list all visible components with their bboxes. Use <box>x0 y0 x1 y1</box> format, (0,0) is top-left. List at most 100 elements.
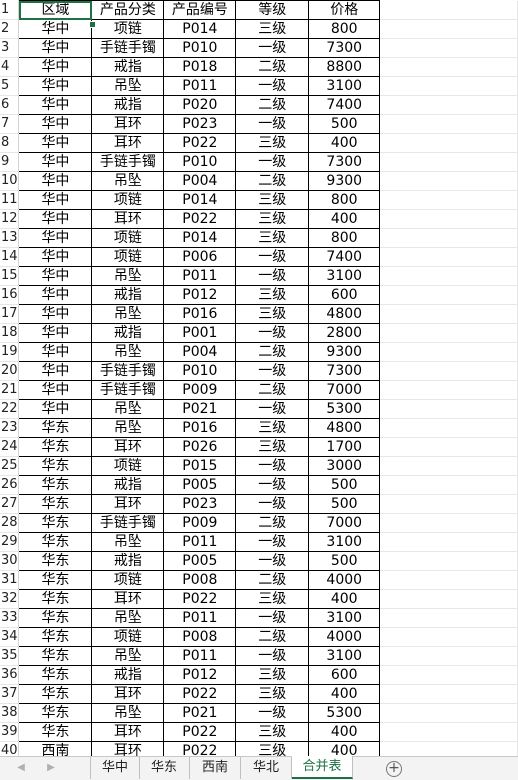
table-cell[interactable]: 三级 <box>235 437 310 457</box>
table-cell[interactable]: 手链手镯 <box>91 380 165 400</box>
empty-cell[interactable] <box>379 76 518 96</box>
table-cell[interactable]: P023 <box>163 494 237 514</box>
column-header-cell[interactable]: 等级 <box>235 0 310 20</box>
table-cell[interactable]: 华中 <box>18 247 93 267</box>
table-cell[interactable]: P022 <box>163 589 237 609</box>
row-number[interactable]: 14 <box>0 247 20 267</box>
table-cell[interactable]: 华中 <box>18 304 93 324</box>
table-cell[interactable]: 华东 <box>18 570 93 590</box>
spreadsheet-grid[interactable]: 1 区域 产品分类 产品编号 等级 价格 2 华中 项链 P014 三级 800 3 华中 手链手镯 P010… <box>0 0 518 756</box>
empty-cell[interactable] <box>379 570 518 590</box>
table-cell[interactable]: P015 <box>163 456 237 476</box>
table-cell[interactable]: 华中 <box>18 19 93 39</box>
empty-cell[interactable] <box>379 665 518 685</box>
table-cell[interactable]: 一级 <box>235 608 310 628</box>
row-number[interactable]: 19 <box>0 342 20 362</box>
empty-cell[interactable] <box>379 209 518 229</box>
row-number[interactable]: 30 <box>0 551 20 571</box>
column-header-cell[interactable]: 产品编号 <box>163 0 237 20</box>
table-cell[interactable]: 华中 <box>18 171 93 191</box>
table-cell[interactable]: 800 <box>308 190 381 210</box>
table-cell[interactable]: 戒指 <box>91 665 165 685</box>
row-number[interactable]: 36 <box>0 665 20 685</box>
table-cell[interactable]: 9300 <box>308 171 381 191</box>
table-cell[interactable]: P021 <box>163 703 237 723</box>
table-cell[interactable]: 华中 <box>18 399 93 419</box>
table-cell[interactable]: 三级 <box>235 589 310 609</box>
fill-handle[interactable] <box>89 21 96 28</box>
table-cell[interactable]: 7000 <box>308 380 381 400</box>
table-cell[interactable]: 手链手镯 <box>91 513 165 533</box>
table-cell[interactable]: 华东 <box>18 589 93 609</box>
table-cell[interactable]: 吊坠 <box>91 703 165 723</box>
table-cell[interactable]: P012 <box>163 285 237 305</box>
table-cell[interactable]: P005 <box>163 475 237 495</box>
empty-cell[interactable] <box>379 38 518 58</box>
table-cell[interactable]: 手链手镯 <box>91 38 165 58</box>
table-cell[interactable]: 项链 <box>91 228 165 248</box>
table-cell[interactable]: 5300 <box>308 703 381 723</box>
table-cell[interactable]: 600 <box>308 285 381 305</box>
table-cell[interactable]: 400 <box>308 684 381 704</box>
table-cell[interactable]: 三级 <box>235 285 310 305</box>
table-cell[interactable]: 项链 <box>91 247 165 267</box>
table-cell[interactable]: 耳环 <box>91 437 165 457</box>
table-cell[interactable]: 华中 <box>18 76 93 96</box>
table-cell[interactable]: 西南 <box>18 741 93 756</box>
table-cell[interactable]: 吊坠 <box>91 76 165 96</box>
row-number[interactable]: 18 <box>0 323 20 343</box>
table-cell[interactable]: 华东 <box>18 722 93 742</box>
table-cell[interactable]: 戒指 <box>91 323 165 343</box>
table-cell[interactable]: P022 <box>163 133 237 153</box>
empty-cell[interactable] <box>379 114 518 134</box>
table-cell[interactable]: 400 <box>308 209 381 229</box>
empty-cell[interactable] <box>379 95 518 115</box>
table-cell[interactable]: 1700 <box>308 437 381 457</box>
table-cell[interactable]: 5300 <box>308 399 381 419</box>
table-cell[interactable]: 耳环 <box>91 114 165 134</box>
row-number[interactable]: 25 <box>0 456 20 476</box>
table-cell[interactable]: 项链 <box>91 627 165 647</box>
table-cell[interactable]: 400 <box>308 741 381 756</box>
table-cell[interactable]: 戒指 <box>91 475 165 495</box>
empty-cell[interactable] <box>379 532 518 552</box>
row-number[interactable]: 3 <box>0 38 20 58</box>
table-cell[interactable]: 4800 <box>308 304 381 324</box>
empty-cell[interactable] <box>379 418 518 438</box>
row-number[interactable]: 8 <box>0 133 20 153</box>
row-number[interactable]: 7 <box>0 114 20 134</box>
table-cell[interactable]: P010 <box>163 361 237 381</box>
table-cell[interactable]: 华中 <box>18 323 93 343</box>
table-cell[interactable]: P010 <box>163 152 237 172</box>
row-number[interactable]: 5 <box>0 76 20 96</box>
row-number[interactable]: 28 <box>0 513 20 533</box>
table-cell[interactable]: 耳环 <box>91 684 165 704</box>
table-cell[interactable]: P026 <box>163 437 237 457</box>
row-number[interactable]: 27 <box>0 494 20 514</box>
table-cell[interactable]: 吊坠 <box>91 646 165 666</box>
table-cell[interactable]: 一级 <box>235 76 310 96</box>
table-cell[interactable]: 手链手镯 <box>91 361 165 381</box>
empty-cell[interactable] <box>379 19 518 39</box>
table-cell[interactable]: 华中 <box>18 190 93 210</box>
table-cell[interactable]: 华中 <box>18 342 93 362</box>
table-cell[interactable]: 吊坠 <box>91 399 165 419</box>
table-cell[interactable]: 华东 <box>18 494 93 514</box>
table-cell[interactable]: 华中 <box>18 152 93 172</box>
table-cell[interactable]: 项链 <box>91 456 165 476</box>
empty-cell[interactable] <box>379 342 518 362</box>
table-cell[interactable]: 三级 <box>235 684 310 704</box>
table-cell[interactable]: 一级 <box>235 399 310 419</box>
row-number[interactable]: 40 <box>0 741 20 756</box>
empty-cell[interactable] <box>379 646 518 666</box>
empty-cell[interactable] <box>379 171 518 191</box>
table-cell[interactable]: P012 <box>163 665 237 685</box>
table-cell[interactable]: 8800 <box>308 57 381 77</box>
table-cell[interactable]: 吊坠 <box>91 608 165 628</box>
table-cell[interactable]: 400 <box>308 133 381 153</box>
table-cell[interactable]: 3100 <box>308 76 381 96</box>
row-number[interactable]: 23 <box>0 418 20 438</box>
table-cell[interactable]: P021 <box>163 399 237 419</box>
row-number[interactable]: 31 <box>0 570 20 590</box>
table-cell[interactable]: 华东 <box>18 513 93 533</box>
